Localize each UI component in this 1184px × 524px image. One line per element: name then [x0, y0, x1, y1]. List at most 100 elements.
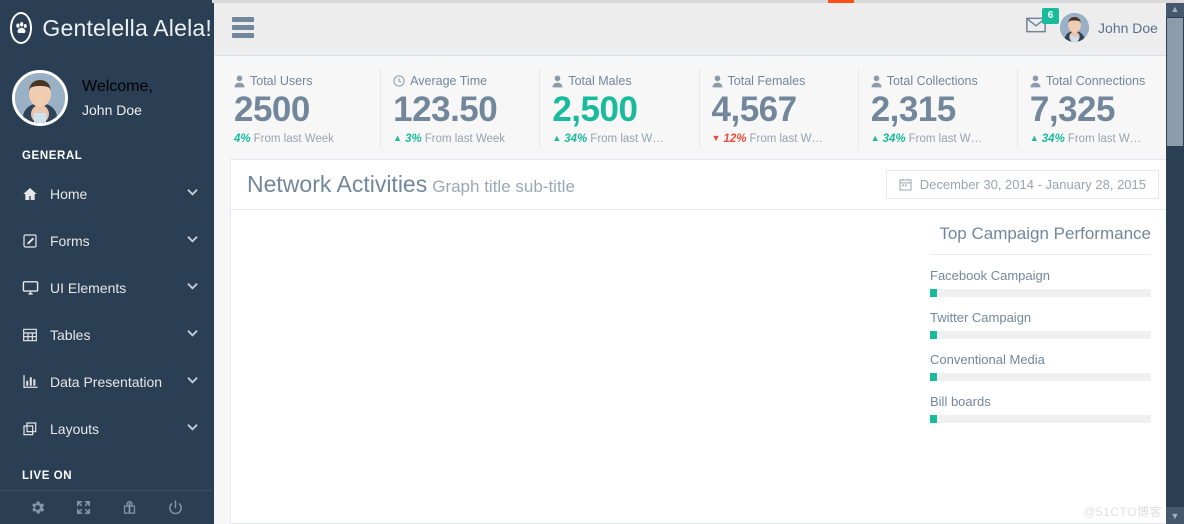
- desktop-icon: [22, 279, 44, 296]
- page-scrollbar[interactable]: ▲ ▼: [1166, 0, 1184, 524]
- chevron-down-icon[interactable]: [187, 235, 198, 246]
- tile-count: 123.50: [393, 90, 498, 129]
- tile-count: 2,315: [870, 90, 957, 129]
- home-icon: [22, 186, 44, 202]
- tile-title: Total Collections: [886, 74, 978, 88]
- arrow-down-icon: ▼: [711, 133, 721, 144]
- page-title: Network Activities Graph title sub-title: [247, 171, 575, 198]
- sidebar-item-label: Layouts: [50, 420, 100, 437]
- loading-peg: [828, 0, 854, 3]
- tile-title: Total Users: [250, 74, 313, 88]
- chevron-down-icon[interactable]: [187, 282, 198, 293]
- sidebar-item-label: Home: [50, 185, 88, 202]
- sidebar-section-general: GENERAL: [22, 150, 83, 162]
- campaign-progress-bar: [930, 330, 1151, 339]
- edit-icon: [22, 233, 44, 249]
- sidebar-item-forms[interactable]: Forms: [0, 217, 212, 264]
- date-range-picker[interactable]: December 30, 2014 - January 28, 2015: [885, 169, 1159, 199]
- network-activities-chart: [231, 210, 918, 523]
- tile-percent: 34%: [564, 132, 588, 145]
- scroll-down-arrow-icon[interactable]: ▼: [1166, 507, 1184, 524]
- user-icon: [711, 75, 723, 88]
- tile-total-users[interactable]: Total Users 2500 4% From last Week: [222, 68, 380, 149]
- sidebar-item-label: Tables: [50, 326, 91, 343]
- sidebar-item-ui-elements[interactable]: UI Elements: [0, 264, 212, 311]
- clone-icon: [22, 421, 44, 437]
- tile-head: Average Time: [393, 74, 531, 88]
- tile-foot-label: From last Week: [424, 132, 506, 145]
- tile-foot: ▲ 34% From last W…: [552, 133, 690, 145]
- arrow-up-icon: ▲: [1029, 133, 1039, 144]
- campaign-label: Twitter Campaign: [930, 309, 1032, 325]
- tile-count: 2,500: [552, 90, 638, 129]
- campaign-progress-fill: [930, 288, 937, 297]
- tile-percent: 34%: [882, 132, 906, 145]
- tile-head: Total Males: [552, 74, 690, 88]
- user-menu[interactable]: John Doe ▾: [1060, 13, 1172, 42]
- campaign-item: Bill boards: [930, 381, 1151, 423]
- campaign-item: Facebook Campaign: [930, 255, 1151, 297]
- tile-foot: ▲ 3% From last Week: [393, 133, 531, 145]
- sidebar-item-label: UI Elements: [50, 279, 127, 296]
- arrow-up-icon: ▲: [870, 133, 880, 144]
- tile-foot-label: From last W…: [908, 132, 983, 145]
- tile-foot: 4% From last Week: [234, 133, 372, 145]
- tile-percent: 12%: [723, 132, 747, 145]
- calendar-icon: [899, 178, 912, 191]
- sidebar-item-label: Forms: [50, 232, 90, 249]
- sidebar-item-label: Data Presentation: [50, 373, 163, 390]
- tile-foot-label: From last W…: [1067, 132, 1142, 145]
- tile-total-collections[interactable]: Total Collections 2,315 ▲ 34% From last …: [857, 68, 1017, 149]
- chevron-down-icon[interactable]: [187, 329, 198, 340]
- tile-count: 7,325: [1029, 90, 1116, 129]
- campaign-label: Bill boards: [930, 393, 991, 409]
- brand[interactable]: Gentelella Alela!: [0, 0, 212, 56]
- chevron-down-icon[interactable]: [187, 376, 198, 387]
- sidebar-item-layouts[interactable]: Layouts: [0, 405, 212, 452]
- campaign-progress-fill: [930, 330, 937, 339]
- tile-average-time[interactable]: Average Time 123.50 ▲ 3% From last Week: [380, 68, 539, 149]
- tile-head: Total Collections: [871, 74, 1009, 88]
- fullscreen-icon[interactable]: [75, 499, 92, 516]
- sidebar-section-live: LIVE ON: [22, 470, 73, 482]
- top-campaign-performance: Top Campaign Performance Facebook Campai…: [918, 210, 1173, 523]
- profile-name: John Doe: [82, 101, 142, 118]
- lock-icon[interactable]: [121, 499, 138, 516]
- page-loading-bar: [212, 0, 1184, 3]
- tile-total-connections[interactable]: Total Connections 7,325 ▲ 34% From last …: [1016, 68, 1176, 149]
- avatar: [1060, 13, 1090, 42]
- chevron-down-icon[interactable]: [187, 188, 198, 199]
- sidebar-nav: Home Forms UI Elements Tables Data Prese…: [0, 170, 212, 452]
- power-icon[interactable]: [167, 499, 184, 516]
- gear-icon[interactable]: [29, 499, 46, 516]
- chevron-down-icon[interactable]: [187, 423, 198, 434]
- messages-button[interactable]: 6: [1026, 8, 1060, 38]
- clock-icon: [393, 75, 405, 87]
- sidebar-item-data-presentation[interactable]: Data Presentation: [0, 358, 212, 405]
- navbar-right: 6 John Doe ▾: [1026, 8, 1172, 42]
- stat-tiles: Total Users 2500 4% From last Week Avera…: [212, 56, 1184, 159]
- sidebar-footer: [0, 490, 212, 524]
- tile-foot: ▲ 34% From last W…: [1030, 133, 1168, 145]
- sidebar-item-home[interactable]: Home: [0, 170, 212, 217]
- sidebar-divider: [212, 0, 214, 524]
- user-menu-label: John Doe: [1098, 19, 1158, 36]
- panel-header: Network Activities Graph title sub-title …: [231, 160, 1173, 210]
- sidebar: Gentelella Alela! Welcome, John Doe GENE…: [0, 0, 212, 524]
- campaign-item: Twitter Campaign: [930, 297, 1151, 339]
- sidebar-item-tables[interactable]: Tables: [0, 311, 212, 358]
- campaign-panel-title: Top Campaign Performance: [930, 224, 1151, 255]
- network-activities-panel: Network Activities Graph title sub-title …: [230, 158, 1174, 524]
- bar-chart-icon: [22, 373, 44, 390]
- hamburger-icon[interactable]: [232, 17, 254, 38]
- user-icon: [1030, 75, 1041, 88]
- tile-title: Average Time: [410, 74, 488, 88]
- tile-total-females[interactable]: Total Females 4,567 ▼ 12% From last W…: [698, 68, 858, 149]
- tile-head: Total Females: [711, 74, 850, 88]
- panel-wrapper: Network Activities Graph title sub-title …: [212, 158, 1184, 524]
- top-navbar: 6 John Doe ▾: [212, 0, 1184, 56]
- scrollbar-thumb[interactable]: [1167, 18, 1183, 146]
- tile-foot: ▼ 12% From last W…: [712, 133, 850, 145]
- campaign-progress-fill: [930, 372, 937, 381]
- tile-total-males[interactable]: Total Males 2,500 ▲ 34% From last W…: [539, 68, 698, 149]
